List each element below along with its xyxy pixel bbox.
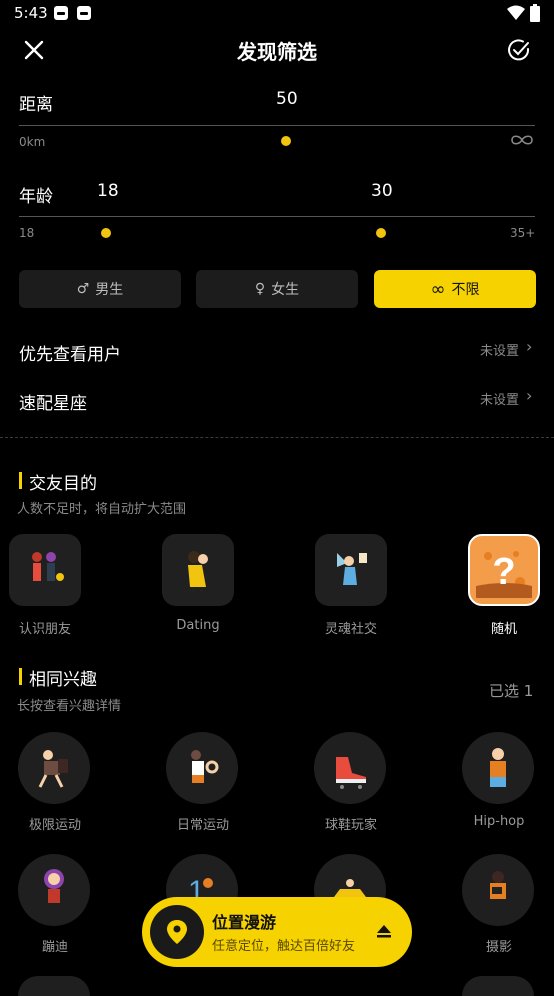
eject-icon[interactable] <box>376 923 392 939</box>
male-icon: ♂ <box>76 281 90 297</box>
interest-item-partial <box>18 976 90 996</box>
age-track <box>19 216 535 217</box>
interest-photo-label: 摄影 <box>485 940 512 955</box>
gender-female-button[interactable]: ♀ 女生 <box>196 270 358 308</box>
age-high-handle[interactable] <box>376 228 386 238</box>
zodiac-row[interactable]: 速配星座 未设置 › <box>0 379 554 419</box>
hiphop-icon <box>462 732 534 804</box>
status-time: 5:43 <box>14 4 48 22</box>
soul-social-icon <box>315 534 387 606</box>
gender-male-label: 男生 <box>95 282 124 298</box>
distance-track <box>19 125 535 126</box>
notification-icon <box>54 6 68 20</box>
battery-icon <box>530 4 540 22</box>
interest-hiphop-label: Hip-hop <box>473 814 525 829</box>
interest-item-partial <box>462 976 534 996</box>
photography-icon <box>462 854 534 926</box>
interests-subtitle: 长按查看兴趣详情 <box>17 699 122 714</box>
chevron-right-icon: › <box>526 386 533 405</box>
purpose-subtitle: 人数不足时，将自动扩大范围 <box>17 502 187 517</box>
friends-group-icon <box>9 534 81 606</box>
age-low-handle[interactable] <box>101 228 111 238</box>
section-accent-bar <box>19 472 22 489</box>
confirm-check-icon[interactable] <box>507 38 531 62</box>
age-low-value: 18 <box>97 181 119 201</box>
distance-min-label: 0km <box>19 135 46 149</box>
daily-sports-icon <box>166 732 238 804</box>
gender-any-label: 不限 <box>451 282 480 298</box>
purpose-title: 交友目的 <box>29 474 97 494</box>
purpose-soul-label: 灵魂社交 <box>324 622 377 637</box>
sneaker-icon <box>314 732 386 804</box>
interest-sneakers-label: 球鞋玩家 <box>324 818 377 833</box>
distance-handle[interactable] <box>281 136 291 146</box>
female-icon: ♀ <box>254 281 266 297</box>
distance-label: 距离 <box>19 95 53 115</box>
infinity-icon: ∞ <box>430 278 446 300</box>
interest-extreme-label: 极限运动 <box>28 818 81 833</box>
interests-title: 相同兴趣 <box>29 670 97 690</box>
gender-female-label: 女生 <box>271 282 300 298</box>
chevron-right-icon: › <box>526 337 533 356</box>
interest-daily-label: 日常运动 <box>176 818 229 833</box>
disco-icon <box>18 854 90 926</box>
zodiac-label: 速配星座 <box>19 394 87 414</box>
age-label: 年龄 <box>19 187 53 207</box>
zodiac-value: 未设置 <box>480 393 520 408</box>
status-bar: 5:43 <box>0 0 554 28</box>
gender-any-button[interactable]: ∞ 不限 <box>374 270 536 308</box>
purpose-random-label: 随机 <box>490 622 517 637</box>
gender-male-button[interactable]: ♂ 男生 <box>19 270 181 308</box>
priority-users-row[interactable]: 优先查看用户 未设置 › <box>0 330 554 370</box>
age-high-value: 30 <box>371 181 393 201</box>
purpose-friends-label: 认识朋友 <box>18 622 71 637</box>
location-pin-icon <box>167 920 187 944</box>
distance-value: 50 <box>276 89 298 109</box>
purpose-dating-label: Dating <box>176 618 220 633</box>
priority-users-label: 优先查看用户 <box>19 345 121 365</box>
infinity-icon <box>511 135 533 145</box>
location-pin-badge <box>150 905 204 959</box>
dating-couple-icon <box>162 534 234 606</box>
priority-users-value: 未设置 <box>480 344 520 359</box>
interests-selected-count: 已选 1 <box>489 682 534 700</box>
interest-disco-label: 蹦迪 <box>41 940 68 955</box>
random-question-icon: ? <box>468 534 540 606</box>
wifi-icon <box>507 5 525 20</box>
age-min-label: 18 <box>19 226 35 240</box>
section-accent-bar <box>19 668 22 685</box>
divider <box>0 437 554 438</box>
roam-subtitle: 任意定位，触达百倍好友 <box>212 939 356 954</box>
svg-text:?: ? <box>492 551 515 593</box>
extreme-sports-icon <box>18 732 90 804</box>
age-max-label: 35+ <box>510 226 536 240</box>
roam-title: 位置漫游 <box>212 913 277 932</box>
location-roam-banner[interactable]: 位置漫游 任意定位，触达百倍好友 <box>142 897 412 967</box>
page-title: 发现筛选 <box>237 40 317 64</box>
notification-icon <box>77 6 91 20</box>
